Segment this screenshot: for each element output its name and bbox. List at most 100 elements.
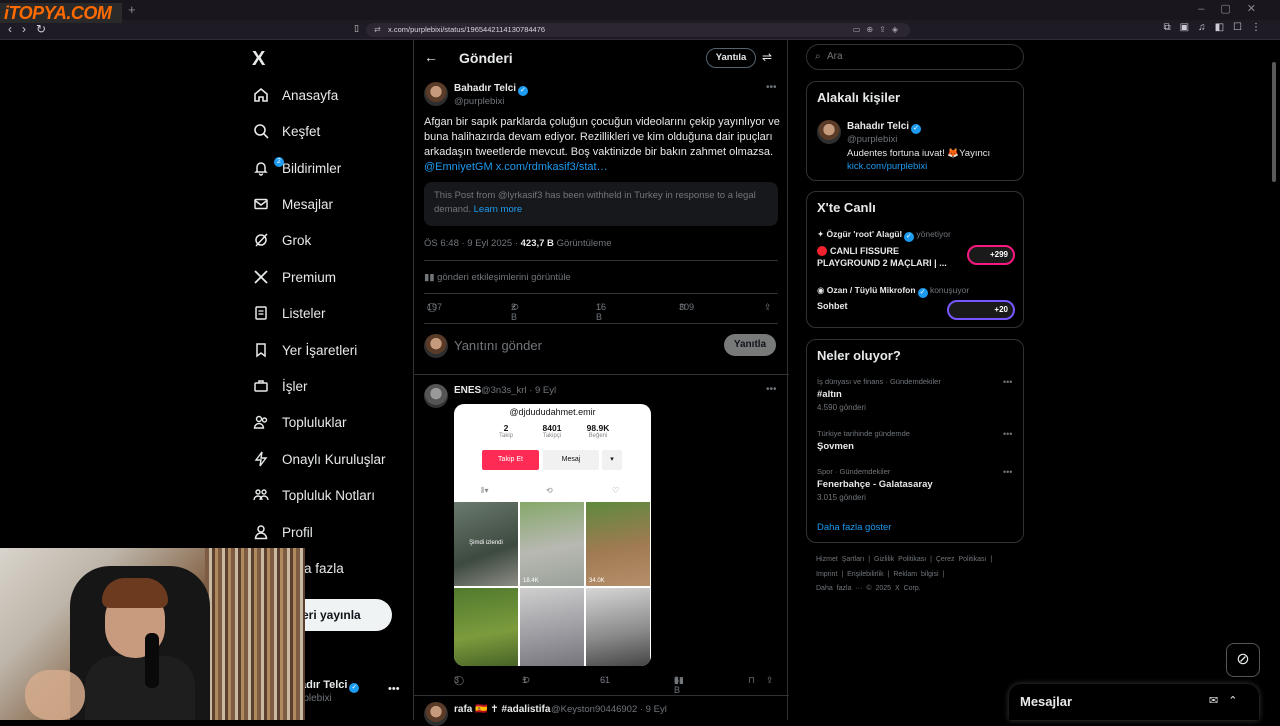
sidebar-item-explore[interactable]: Keşfet: [252, 119, 320, 143]
verified-badge-icon: ✓: [911, 124, 922, 134]
avatar[interactable]: [424, 702, 448, 726]
back-arrow-icon[interactable]: ‹: [8, 22, 12, 36]
share-icon[interactable]: ⇪: [764, 302, 772, 313]
sidebar-item-label: Listeler: [282, 305, 326, 321]
reply-handle[interactable]: @3n3s_krl · 9 Eyl: [481, 385, 556, 396]
post-author[interactable]: Bahadır Telci ✓: [454, 83, 529, 96]
reload-icon[interactable]: ↻: [36, 22, 46, 36]
account-more-icon[interactable]: •••: [388, 683, 400, 695]
address-actions[interactable]: ▭⊕⇪◈: [853, 23, 904, 37]
sidebar-item-label: Anasayfa: [282, 87, 339, 103]
back-arrow-icon[interactable]: ←: [424, 49, 438, 65]
messages-drawer-actions[interactable]: ✉︎⌃: [1209, 694, 1247, 707]
more-options-icon[interactable]: •••: [766, 384, 777, 395]
view-engagements-link[interactable]: ▮▮ gönderi etkileşimlerini görüntüle: [424, 272, 571, 283]
more-options-icon[interactable]: •••: [766, 82, 777, 93]
learn-more-link[interactable]: Learn more: [474, 204, 523, 215]
page-scrollbar[interactable]: [1270, 42, 1278, 718]
sliders-icon[interactable]: ⇌: [762, 50, 772, 64]
sidebar-item-profile[interactable]: Profil: [252, 520, 313, 544]
scrollbar-thumb[interactable]: [1272, 62, 1276, 182]
more-options-icon[interactable]: •••: [1003, 429, 1012, 439]
watermark-logo: iTOPYA.COM: [0, 3, 122, 23]
sidebar-item-community-notes[interactable]: Topluluk Notları: [252, 483, 375, 507]
trend-count: 4.590 gönderi: [817, 403, 866, 412]
new-tab-button[interactable]: +: [128, 2, 136, 17]
messages-drawer[interactable]: Mesajlar ✉︎⌃: [1009, 684, 1259, 720]
sidebar-item-more[interactable]: a fazla: [304, 556, 344, 580]
reply-author[interactable]: ENES: [454, 385, 481, 396]
sidebar-item-communities[interactable]: Topluluklar: [252, 410, 347, 434]
footer-links[interactable]: Imprint | Erişilebilirlik | Reklam bilgi…: [816, 571, 944, 578]
trend-name[interactable]: Şovmen: [817, 441, 854, 452]
footer-links[interactable]: Daha fazla ··· © 2025 X Corp.: [816, 585, 921, 592]
avatar[interactable]: [424, 384, 448, 408]
post-text: Afgan bir sapık parklarda çoluğun çocuğu…: [424, 116, 780, 173]
live-stream-title[interactable]: Sohbet: [817, 300, 957, 312]
relevant-person-handle[interactable]: @purplebixi: [847, 134, 897, 145]
x-logo[interactable]: X: [252, 48, 265, 71]
grok-float-button[interactable]: ⊘: [1226, 643, 1260, 677]
sidebar-item-grok[interactable]: Grok: [252, 228, 311, 252]
mention-link[interactable]: @EmniyetGM: [424, 161, 493, 173]
account-name[interactable]: adır Telci ✓: [300, 679, 360, 693]
reply-handle[interactable]: @Keyston90446902 · 9 Eyl: [551, 704, 667, 715]
people-icon: [252, 413, 270, 431]
sidebar-item-home[interactable]: Anasayfa: [252, 83, 338, 107]
sidebar-item-label: Profil: [282, 524, 313, 540]
sidebar-item-premium[interactable]: Premium: [252, 265, 336, 289]
relevant-person-name[interactable]: Bahadır Telci ✓: [847, 121, 922, 134]
sidebar-item-bookmarks[interactable]: Yer İşaretleri: [252, 338, 357, 362]
views-label: Görüntüleme: [556, 238, 612, 249]
sidebar-item-messages[interactable]: Mesajlar: [252, 192, 333, 216]
sidebar-item-jobs[interactable]: İşler: [252, 374, 308, 398]
reply-author[interactable]: rafa 🇪🇸 ✝ #adalistifa: [454, 704, 550, 715]
trend-name[interactable]: Fenerbahçe - Galatasaray: [817, 479, 933, 490]
more-options-icon[interactable]: •••: [1003, 377, 1012, 387]
forward-arrow-icon[interactable]: ›: [22, 22, 26, 36]
live-host[interactable]: ◉ Ozan / Tüylü Mikrofon ✓ konuşuyor: [817, 285, 969, 298]
main-column: ← Gönderi Yantıla ⇌ Bahadır Telci ✓ @purp…: [413, 40, 789, 726]
more-options-icon[interactable]: •••: [1003, 467, 1012, 477]
divider: [414, 695, 789, 696]
reply-input[interactable]: Yanıtını gönder: [454, 338, 542, 353]
sidebar-item-verified-orgs[interactable]: Onaylı Kuruluşlar: [252, 447, 386, 471]
sidebar-item-notifications[interactable]: 2 Bildirimler: [252, 156, 341, 180]
live-host[interactable]: ✦ Özgür 'root' Alagül ✓ yönetiyor: [817, 229, 951, 242]
bookmark-icon[interactable]: ⊓: [748, 675, 755, 686]
sidebar-item-label: Mesajlar: [282, 196, 334, 212]
avatar[interactable]: [817, 120, 841, 144]
trend-name[interactable]: #altın: [817, 389, 842, 400]
live-listener-count[interactable]: +20: [947, 300, 1015, 320]
bell-icon: 2: [252, 157, 284, 177]
post-link[interactable]: x.com/rdmkasif3/stat…: [496, 161, 608, 173]
grid-icon: ⦀▾: [481, 486, 489, 495]
reply-media-image[interactable]: @djdududahmet.emir 2 Takip 8401 Takipçi 98…: [454, 404, 651, 666]
reply-filter-button[interactable]: Yantıla: [706, 48, 756, 68]
window-controls[interactable]: –▢✕: [1198, 2, 1272, 15]
notification-badge: 2: [274, 157, 284, 167]
address-bar[interactable]: ⇄ x.com/purplebixi/status/19654421141307…: [366, 23, 910, 37]
show-more-link[interactable]: Daha fazla göster: [817, 522, 891, 533]
briefcase-icon: [252, 377, 270, 395]
list-icon: [252, 304, 270, 322]
relevant-person-link[interactable]: kick.com/purplebixi: [847, 161, 927, 172]
search-input[interactable]: ⌕ Ara: [806, 44, 1024, 70]
sidebar-item-lists[interactable]: Listeler: [252, 301, 326, 325]
share-icon[interactable]: ⇪: [766, 675, 774, 686]
post-time[interactable]: ÖS 6:48 · 9 Eyl 2025 ·: [424, 238, 518, 249]
reply-submit-button[interactable]: Yanıtla: [724, 334, 776, 356]
avatar[interactable]: [424, 82, 448, 106]
withheld-notice: This Post from @lyrkasif3 has been withh…: [424, 182, 778, 226]
browser-toolbar-icons[interactable]: ⧉▣♫◧☐⋮: [1163, 22, 1270, 33]
post-meta: ÖS 6:48 · 9 Eyl 2025 · 423,7 B Görüntüle…: [424, 238, 611, 249]
bookmark-page-icon[interactable]: ▯: [354, 23, 359, 34]
media-follow-button: Takip Et: [482, 450, 539, 470]
footer-links[interactable]: Hizmet Şartları | Gizlilik Politikası | …: [816, 556, 992, 563]
post-actions: ◯ 197 ⟲ 2 B ♡ 16 B ⊓ 309 ⇪: [427, 302, 772, 322]
site-info-icon[interactable]: ⇄: [374, 23, 381, 37]
live-listener-count[interactable]: +299: [967, 245, 1015, 265]
avatar: [424, 334, 448, 358]
post-handle[interactable]: @purplebixi: [454, 96, 504, 107]
live-stream-title[interactable]: CANLI FISSURE PLAYGROUND 2 MAÇLARI | ...: [817, 245, 957, 269]
